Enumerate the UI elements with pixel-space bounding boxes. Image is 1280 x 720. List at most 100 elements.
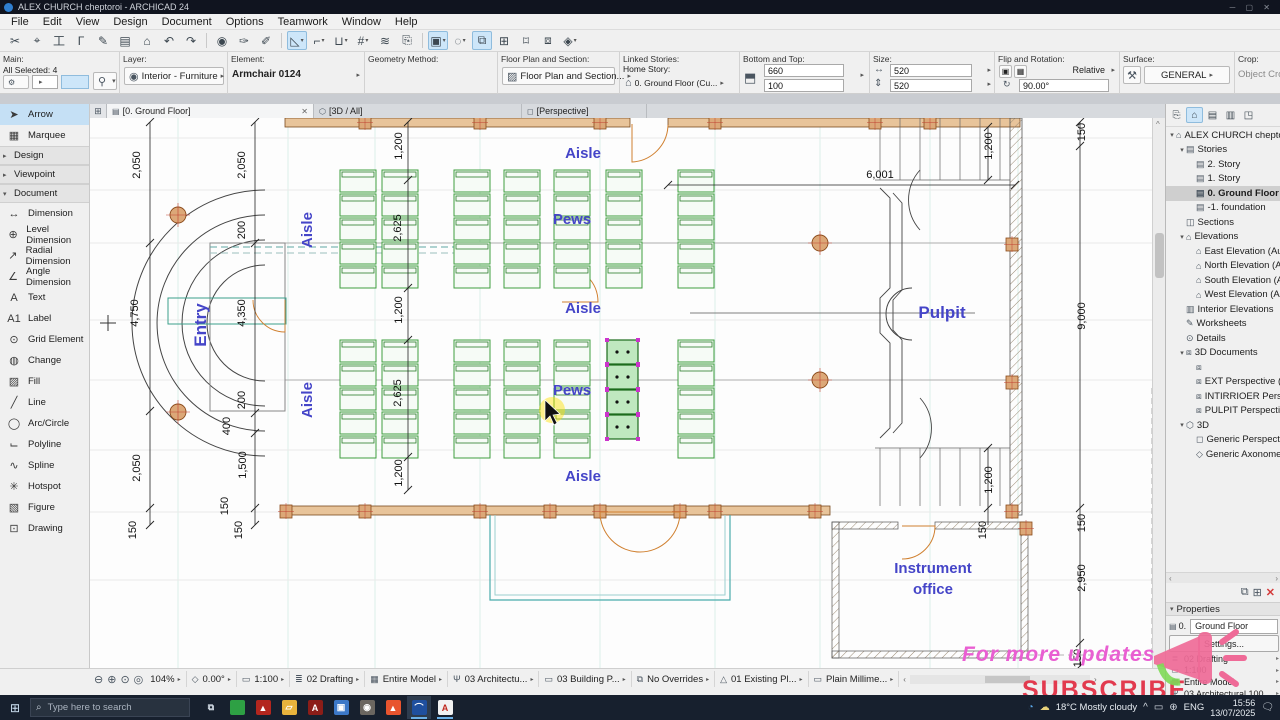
main-combo[interactable]: ▸ — [32, 75, 58, 89]
surface-paint-button[interactable]: ⚒ — [1123, 66, 1141, 84]
snap-guides-icon[interactable]: ⌐ ▾ — [309, 31, 329, 50]
window-controls[interactable]: ─ ▢ ✕ — [1230, 3, 1274, 12]
tree-item-ext-perspective-aut-[interactable]: ⧈EXT Perspective (Aut... — [1166, 375, 1280, 390]
statusbar-1-100[interactable]: ▭ 1:100 ▸ — [237, 671, 291, 687]
adjust-icon[interactable]: 工 — [49, 31, 69, 50]
tool-line[interactable]: ╱ Line — [0, 392, 89, 413]
taskbar-search[interactable]: ⌕ Type here to search — [30, 698, 190, 717]
zoom-in-icon[interactable]: ⊕ — [107, 673, 116, 686]
gimp-icon[interactable]: ◉ — [355, 696, 379, 719]
tree-item-blank[interactable]: ⧈ — [1166, 360, 1280, 375]
flip-v-button[interactable]: ▦ — [1014, 65, 1027, 78]
scrollbar-thumb[interactable] — [1155, 233, 1164, 278]
size-height-field[interactable]: 520 — [890, 79, 972, 92]
arrow-tool-dropdown[interactable]: ⚲ ▾ — [93, 72, 117, 90]
statusbar-no-overrides[interactable]: ⧉ No Overrides ▸ — [632, 671, 716, 687]
brave-icon[interactable]: ▲ — [381, 696, 405, 719]
tree-item-3d[interactable]: ▾ ⬡ 3D — [1166, 418, 1280, 433]
tree-item-sections[interactable]: ◫ Sections — [1166, 215, 1280, 230]
previous-zoom-icon[interactable]: ◎ — [134, 673, 144, 686]
tool-level-dimension[interactable]: ⊕ Level Dimension — [0, 224, 89, 246]
properties-header[interactable]: ▾ Properties — [1166, 602, 1280, 616]
statusbar-03-building-p-[interactable]: ▭ 03 Building P... ▸ — [539, 671, 632, 687]
tree-item-3d-documents[interactable]: ▾ ⧈ 3D Documents — [1166, 346, 1280, 361]
tool-polyline[interactable]: ⌙ Polyline — [0, 434, 89, 455]
tree-item-worksheets[interactable]: ✎ Worksheets — [1166, 317, 1280, 332]
tree-item-1-story[interactable]: ▤ 1. Story — [1166, 172, 1280, 187]
tool-arrow[interactable]: ➤ Arrow — [0, 104, 89, 125]
redo-icon[interactable]: ↷ — [181, 31, 201, 50]
tool-dimension[interactable]: ↔ Dimension — [0, 203, 89, 224]
tree-item-stories[interactable]: ▾ ▤ Stories — [1166, 143, 1280, 158]
size-width-field[interactable]: 520 — [890, 64, 972, 77]
syringe-icon[interactable]: ✐ — [256, 31, 276, 50]
delete-icon[interactable]: ✕ — [1266, 586, 1275, 599]
help-bubble-icon[interactable]: ◔ — [1028, 702, 1034, 713]
tree-item-2-story[interactable]: ▤ 2. Story — [1166, 157, 1280, 172]
tree-item-south-elevation-au-[interactable]: ⌂South Elevation (Au... — [1166, 273, 1280, 288]
home-icon[interactable]: ⌂ — [137, 31, 157, 50]
select-icon[interactable]: ⌖ — [27, 31, 47, 50]
tool-spline[interactable]: ∿ Spline — [0, 455, 89, 476]
toolbox-group-document[interactable]: ▾ Document — [0, 184, 89, 203]
clock[interactable]: 15:56 13/07/2025 — [1210, 698, 1255, 718]
trace-reference-icon[interactable]: ⧉ — [472, 31, 492, 50]
tree-item-interior-elevations[interactable]: ▥ Interior Elevations — [1166, 302, 1280, 317]
layout-book-icon[interactable]: ▥ — [1222, 107, 1239, 123]
undo-icon[interactable]: ↶ — [159, 31, 179, 50]
menu-teamwork[interactable]: Teamwork — [271, 16, 335, 28]
start-button[interactable]: ⊞ — [0, 701, 30, 715]
top-offset-field[interactable]: 660 — [764, 64, 844, 77]
tree-item-generic-axonometry[interactable]: ◇Generic Axonometry — [1166, 447, 1280, 462]
marquee-mode-icon[interactable]: ▣ ▾ — [428, 31, 448, 50]
tab--0-ground-floor-[interactable]: ▤ [0. Ground Floor] ✕ — [107, 104, 314, 118]
tree-item-alex-church-cheptoro[interactable]: ▾⌂ALEX CHURCH cheptoro — [1166, 128, 1280, 143]
tool-text[interactable]: A Text — [0, 287, 89, 308]
autocad-icon[interactable]: A — [303, 696, 327, 719]
grid-snap-icon[interactable]: # ▾ — [353, 31, 373, 50]
groups-icon[interactable]: ◌ ▾ — [450, 31, 470, 50]
green-app-icon[interactable] — [225, 696, 249, 719]
clone-folder-icon[interactable]: ⊞ — [1253, 586, 1262, 599]
weather-text[interactable]: 18°C Mostly cloudy — [1056, 702, 1137, 713]
scroll-up-icon[interactable]: ^ — [1156, 120, 1160, 129]
inject-parameters-icon[interactable]: ✑ — [234, 31, 254, 50]
rotation-field[interactable]: 90.00° — [1019, 79, 1109, 92]
home-story-value[interactable]: ⌂ 0. Ground Floor (Cu... ▸ — [625, 77, 724, 89]
tab-overview-icon[interactable]: ⊞ — [90, 104, 107, 118]
virtual-trace-icon[interactable]: ⊞ — [494, 31, 514, 50]
tree-horizontal-scrollbar[interactable]: ‹ › — [1166, 572, 1280, 583]
statusbar-plain-millime-[interactable]: ▭ Plain Millime... ▸ — [809, 671, 900, 687]
gravity-icon[interactable]: ≋ — [375, 31, 395, 50]
tree-item-east-elevation-auto-[interactable]: ⌂East Elevation (Auto... — [1166, 244, 1280, 259]
tool-drawing[interactable]: ⊡ Drawing — [0, 518, 89, 539]
archicad-icon[interactable]: ⌒ — [407, 696, 431, 719]
statusbar-02-drafting[interactable]: ≣ 02 Drafting ▸ — [290, 671, 366, 687]
size-h-arrow[interactable]: ▸ — [987, 80, 991, 88]
flip-h-button[interactable]: ▣ — [999, 65, 1012, 78]
tool-radial-dimension[interactable]: ↗ Radial Dimension — [0, 245, 89, 267]
statusbar-03-architectu-[interactable]: Ψ 03 Architectu... ▸ — [448, 671, 540, 687]
favorites-icon[interactable]: ▤ — [115, 31, 135, 50]
guide-lines-icon[interactable]: ◺ ▾ — [287, 31, 307, 50]
relative-arrow[interactable]: ▸ — [1111, 66, 1115, 74]
tree-item-north-elevation-aut-[interactable]: ⌂North Elevation (Aut... — [1166, 259, 1280, 274]
tool-label[interactable]: A1 Label — [0, 308, 89, 329]
tree-item--1-foundation[interactable]: ▤ -1. foundation — [1166, 201, 1280, 216]
floorplan-display-button[interactable]: ▨ Floor Plan and Section... ▸ — [502, 67, 631, 85]
tree-item-elevations[interactable]: ▾ ⌂ Elevations — [1166, 230, 1280, 245]
main-highlight-box[interactable] — [61, 75, 89, 89]
tree-item-west-elevation-aut-[interactable]: ⌂West Elevation (Aut... — [1166, 288, 1280, 303]
surface-button[interactable]: GENERAL ▸ — [1144, 66, 1230, 84]
element-name[interactable]: Armchair 0124 — [232, 69, 301, 80]
menu-help[interactable]: Help — [388, 16, 425, 28]
settings-dialog-button[interactable]: ⚙ — [3, 75, 29, 89]
tab-close-icon[interactable]: ✕ — [287, 107, 308, 116]
autocad-white-icon[interactable]: A — [433, 696, 457, 719]
tree-item-pulpit-perspective-p-[interactable]: ⧈PULPIT Perspective P... — [1166, 404, 1280, 419]
menu-edit[interactable]: Edit — [36, 16, 69, 28]
fit-view-icon[interactable]: ⊙ — [120, 673, 129, 686]
zoom-out-icon[interactable]: ⊖ — [94, 673, 103, 686]
statusbar-0-00-[interactable]: ◇ 0.00° ▸ — [187, 671, 237, 687]
menu-window[interactable]: Window — [335, 16, 388, 28]
